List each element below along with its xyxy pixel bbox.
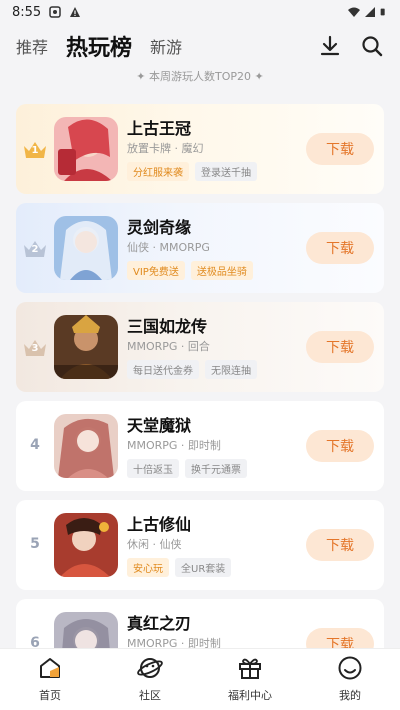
planet-icon (137, 658, 163, 678)
nav-label: 社区 (139, 689, 161, 702)
rank-number: 5 (30, 536, 40, 552)
game-tag: 登录送千抽 (195, 162, 257, 181)
nav-mine[interactable]: 我的 (300, 649, 400, 710)
game-list: 1 上古王冠 放置卡牌 · 魔幻 分红服来袭 登录送千抽 下载 2 灵剑奇缘 仙… (16, 104, 384, 698)
game-tags: 每日送代金券 无限连抽 (127, 360, 307, 379)
tab-new-games[interactable]: 新游 (150, 34, 182, 58)
status-left: 8:55 (12, 5, 81, 20)
game-meta: 仙侠 · MMORPG (127, 241, 210, 254)
silver-crown-icon: 2 (22, 239, 48, 259)
game-tag: 每日送代金券 (127, 360, 199, 379)
game-tag: 安心玩 (127, 558, 169, 577)
game-tags: 十倍返玉 换千元通票 (127, 459, 307, 478)
download-button[interactable]: 下载 (306, 232, 374, 264)
game-tag: 送极品坐骑 (190, 261, 253, 280)
nav-community[interactable]: 社区 (100, 649, 200, 710)
status-bar: 8:55 (0, 0, 400, 24)
game-icon (54, 216, 118, 280)
status-right (348, 6, 388, 18)
game-title: 上古修仙 (127, 515, 192, 534)
game-tags: VIP免费送 送极品坐骑 (127, 261, 307, 280)
battery-icon (380, 8, 385, 16)
bronze-crown-icon: 3 (22, 338, 48, 358)
nav-welfare[interactable]: 福利中心 (200, 649, 300, 710)
gold-crown-icon: 1 (22, 140, 48, 160)
download-button[interactable]: 下载 (306, 529, 374, 561)
game-meta: MMORPG · 回合 (127, 340, 210, 353)
ranking-subtitle: ✦ 本周游玩人数TOP20 ✦ (136, 70, 264, 83)
game-meta: MMORPG · 即时制 (127, 439, 221, 452)
game-title: 真红之刃 (127, 614, 192, 633)
game-icon (54, 117, 118, 181)
game-card[interactable]: 3 三国如龙传 MMORPG · 回合 每日送代金券 无限连抽 下载 (16, 302, 384, 392)
alert-icon (70, 7, 81, 17)
wifi-icon (348, 7, 360, 17)
game-tag: 十倍返玉 (127, 459, 179, 478)
top-nav: 推荐 热玩榜 新游 (0, 24, 400, 68)
game-icon (54, 414, 118, 478)
game-meta: 放置卡牌 · 魔幻 (127, 142, 204, 155)
download-button[interactable]: 下载 (306, 133, 374, 165)
game-tag: VIP免费送 (127, 261, 185, 280)
game-card[interactable]: 2 灵剑奇缘 仙侠 · MMORPG VIP免费送 送极品坐骑 下载 (16, 203, 384, 293)
game-info: 灵剑奇缘 仙侠 · MMORPG VIP免费送 送极品坐骑 (127, 214, 307, 280)
home-icon (40, 658, 60, 678)
game-icon (54, 315, 118, 379)
tab-recommend[interactable]: 推荐 (16, 34, 48, 58)
rank-number: 1 (31, 145, 39, 156)
game-tag: 分红服来袭 (127, 162, 189, 181)
game-tag: 全UR套装 (175, 558, 232, 577)
game-info: 上古修仙 休闲 · 仙侠 安心玩 全UR套装 (127, 511, 307, 577)
bottom-nav: 首页 社区 福利中心 我的 (0, 648, 400, 710)
game-title: 三国如龙传 (127, 317, 208, 336)
game-tag: 无限连抽 (205, 360, 257, 379)
rank-number: 2 (31, 244, 39, 255)
game-info: 天堂魔狱 MMORPG · 即时制 十倍返玉 换千元通票 (127, 412, 307, 478)
nav-label: 福利中心 (228, 689, 272, 702)
game-card[interactable]: 1 上古王冠 放置卡牌 · 魔幻 分红服来袭 登录送千抽 下载 (16, 104, 384, 194)
game-card[interactable]: 5 上古修仙 休闲 · 仙侠 安心玩 全UR套装 下载 (16, 500, 384, 590)
download-button[interactable]: 下载 (306, 331, 374, 363)
nav-home[interactable]: 首页 (0, 649, 100, 710)
nav-icons (318, 34, 384, 58)
tab-hot-ranking[interactable]: 热玩榜 (66, 30, 132, 62)
game-meta: 休闲 · 仙侠 (127, 538, 182, 551)
download-icon[interactable] (318, 34, 342, 58)
game-tags: 分红服来袭 登录送千抽 (127, 162, 307, 181)
game-info: 上古王冠 放置卡牌 · 魔幻 分红服来袭 登录送千抽 (127, 115, 307, 181)
game-info: 真红之刃 MMORPG · 即时制 (127, 610, 307, 651)
rank-number: 3 (31, 343, 39, 354)
status-time: 8:55 (12, 4, 42, 20)
game-title: 上古王冠 (127, 119, 192, 138)
smile-face-icon (338, 656, 362, 680)
notification-icon (49, 6, 61, 18)
game-tags: 安心玩 全UR套装 (127, 558, 307, 577)
nav-label: 我的 (339, 689, 361, 702)
game-card[interactable]: 4 天堂魔狱 MMORPG · 即时制 十倍返玉 换千元通票 下载 (16, 401, 384, 491)
game-title: 天堂魔狱 (127, 416, 192, 435)
rank-number: 4 (30, 437, 40, 453)
gift-icon (239, 658, 261, 679)
search-icon[interactable] (360, 34, 384, 58)
game-info: 三国如龙传 MMORPG · 回合 每日送代金券 无限连抽 (127, 313, 307, 379)
signal-icon (365, 7, 375, 17)
nav-label: 首页 (39, 689, 61, 702)
game-title: 灵剑奇缘 (127, 218, 192, 237)
download-button[interactable]: 下载 (306, 430, 374, 462)
game-icon (54, 513, 118, 577)
game-tag: 换千元通票 (185, 459, 247, 478)
